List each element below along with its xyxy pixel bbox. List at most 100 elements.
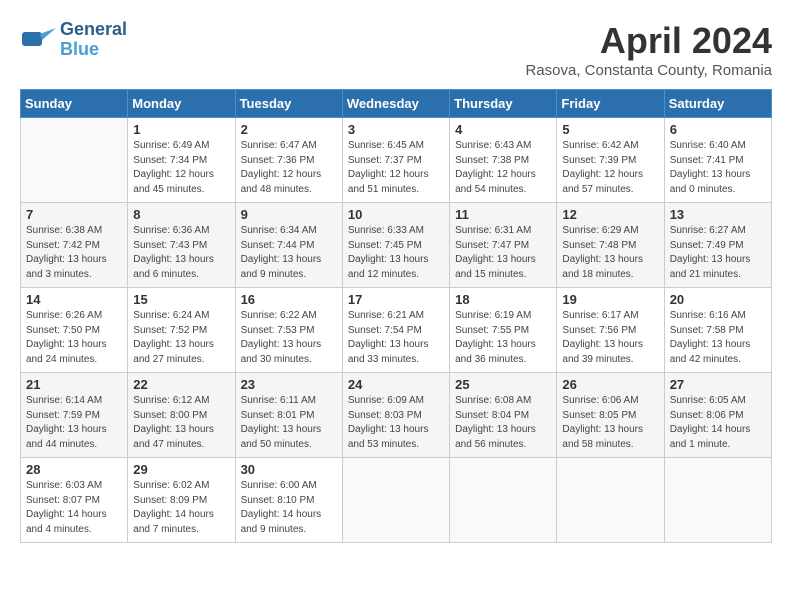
calendar-cell: 3Sunrise: 6:45 AMSunset: 7:37 PMDaylight… [342, 118, 449, 203]
calendar-cell: 2 Sunrise: 6:47 AMSunset: 7:36 PMDaylight… [235, 118, 342, 203]
calendar-cell: 7 Sunrise: 6:38 AMSunset: 7:42 PMDaylight… [21, 203, 128, 288]
day-info: Sunrise: 6:19 AMSunset: 7:55 PMDaylight:… [455, 309, 551, 367]
day-number: 20 [670, 292, 766, 307]
day-number: 9 [241, 207, 337, 222]
day-info: Sunrise: 6:00 AMSunset: 8:10 PMDaylight:… [241, 479, 337, 537]
logo: General Blue [20, 20, 127, 60]
calendar-cell: 1 Sunrise: 6:49 AMSunset: 7:34 PMDaylight… [128, 118, 235, 203]
calendar-cell: 26Sunrise: 6:06 AMSunset: 8:05 PMDayligh… [557, 373, 664, 458]
day-info: Sunrise: 6:16 AMSunset: 7:58 PMDaylight:… [670, 309, 766, 367]
day-number: 17 [348, 292, 444, 307]
calendar-cell: 20 Sunrise: 6:16 AMSunset: 7:58 PMDayligh… [664, 288, 771, 373]
calendar-cell: 27 Sunrise: 6:05 AMSunset: 8:06 PMDayligh… [664, 373, 771, 458]
day-number: 16 [241, 292, 337, 307]
day-number: 11 [455, 207, 551, 222]
calendar-week-5: 28 Sunrise: 6:03 AMSunset: 8:07 PMDayligh… [21, 458, 772, 543]
day-number: 23 [241, 377, 337, 392]
day-info: Sunrise: 6:29 AMSunset: 7:48 PMDaylight:… [562, 224, 658, 282]
day-info: Sunrise: 6:31 AMSunset: 7:47 PMDaylight:… [455, 224, 551, 282]
day-number: 1 [133, 122, 229, 137]
calendar-table: SundayMondayTuesdayWednesdayThursdayFrid… [20, 89, 772, 543]
header-monday: Monday [128, 90, 235, 118]
day-number: 26 [562, 377, 658, 392]
calendar-cell: 15Sunrise: 6:24 AMSunset: 7:52 PMDayligh… [128, 288, 235, 373]
day-info: Sunrise: 6:43 AMSunset: 7:38 PMDaylight:… [455, 139, 551, 197]
page-header: General Blue April 2024 Rasova, Constant… [20, 20, 772, 79]
calendar-cell: 24Sunrise: 6:09 AMSunset: 8:03 PMDayligh… [342, 373, 449, 458]
day-info: Sunrise: 6:27 AMSunset: 7:49 PMDaylight:… [670, 224, 766, 282]
header-tuesday: Tuesday [235, 90, 342, 118]
header-wednesday: Wednesday [342, 90, 449, 118]
calendar-week-2: 7 Sunrise: 6:38 AMSunset: 7:42 PMDaylight… [21, 203, 772, 288]
day-number: 15 [133, 292, 229, 307]
day-info: Sunrise: 6:05 AMSunset: 8:06 PMDaylight:… [670, 394, 766, 452]
day-number: 27 [670, 377, 766, 392]
day-number: 19 [562, 292, 658, 307]
day-info: Sunrise: 6:12 AMSunset: 8:00 PMDaylight:… [133, 394, 229, 452]
calendar-cell: 22 Sunrise: 6:12 AMSunset: 8:00 PMDayligh… [128, 373, 235, 458]
calendar-cell: 18 Sunrise: 6:19 AMSunset: 7:55 PMDayligh… [450, 288, 557, 373]
header-thursday: Thursday [450, 90, 557, 118]
day-info: Sunrise: 6:11 AMSunset: 8:01 PMDaylight:… [241, 394, 337, 452]
calendar-cell [342, 458, 449, 543]
day-number: 8 [133, 207, 229, 222]
logo-text-general: General [60, 20, 127, 40]
month-title: April 2024 [525, 20, 772, 62]
calendar-cell: 4 Sunrise: 6:43 AMSunset: 7:38 PMDaylight… [450, 118, 557, 203]
header-sunday: Sunday [21, 90, 128, 118]
day-info: Sunrise: 6:09 AMSunset: 8:03 PMDaylight:… [348, 394, 444, 452]
day-info: Sunrise: 6:21 AMSunset: 7:54 PMDaylight:… [348, 309, 444, 367]
day-info: Sunrise: 6:38 AMSunset: 7:42 PMDaylight:… [26, 224, 122, 282]
calendar-cell [450, 458, 557, 543]
header-friday: Friday [557, 90, 664, 118]
calendar-cell [664, 458, 771, 543]
calendar-week-1: 1 Sunrise: 6:49 AMSunset: 7:34 PMDaylight… [21, 118, 772, 203]
day-number: 6 [670, 122, 766, 137]
calendar-cell: 12Sunrise: 6:29 AMSunset: 7:48 PMDayligh… [557, 203, 664, 288]
day-number: 5 [562, 122, 658, 137]
calendar-cell: 19 Sunrise: 6:17 AMSunset: 7:56 PMDayligh… [557, 288, 664, 373]
day-number: 22 [133, 377, 229, 392]
day-info: Sunrise: 6:22 AMSunset: 7:53 PMDaylight:… [241, 309, 337, 367]
day-info: Sunrise: 6:17 AMSunset: 7:56 PMDaylight:… [562, 309, 658, 367]
calendar-cell: 21Sunrise: 6:14 AMSunset: 7:59 PMDayligh… [21, 373, 128, 458]
day-info: Sunrise: 6:47 AMSunset: 7:36 PMDaylight:… [241, 139, 337, 197]
calendar-cell: 13 Sunrise: 6:27 AMSunset: 7:49 PMDayligh… [664, 203, 771, 288]
day-number: 30 [241, 462, 337, 477]
day-number: 25 [455, 377, 551, 392]
calendar-cell [21, 118, 128, 203]
calendar-cell: 9Sunrise: 6:34 AMSunset: 7:44 PMDaylight… [235, 203, 342, 288]
day-info: Sunrise: 6:08 AMSunset: 8:04 PMDaylight:… [455, 394, 551, 452]
day-info: Sunrise: 6:02 AMSunset: 8:09 PMDaylight:… [133, 479, 229, 537]
header-saturday: Saturday [664, 90, 771, 118]
calendar-cell: 30 Sunrise: 6:00 AMSunset: 8:10 PMDayligh… [235, 458, 342, 543]
calendar-cell: 16 Sunrise: 6:22 AMSunset: 7:53 PMDayligh… [235, 288, 342, 373]
day-info: Sunrise: 6:14 AMSunset: 7:59 PMDaylight:… [26, 394, 122, 452]
day-number: 7 [26, 207, 122, 222]
day-info: Sunrise: 6:49 AMSunset: 7:34 PMDaylight:… [133, 139, 229, 197]
calendar-cell: 8 Sunrise: 6:36 AMSunset: 7:43 PMDaylight… [128, 203, 235, 288]
calendar-cell: 29 Sunrise: 6:02 AMSunset: 8:09 PMDayligh… [128, 458, 235, 543]
calendar-cell: 25 Sunrise: 6:08 AMSunset: 8:04 PMDayligh… [450, 373, 557, 458]
calendar-cell: 14Sunrise: 6:26 AMSunset: 7:50 PMDayligh… [21, 288, 128, 373]
day-number: 29 [133, 462, 229, 477]
calendar-cell: 23 Sunrise: 6:11 AMSunset: 8:01 PMDayligh… [235, 373, 342, 458]
day-number: 2 [241, 122, 337, 137]
day-number: 4 [455, 122, 551, 137]
calendar-cell: 17 Sunrise: 6:21 AMSunset: 7:54 PMDayligh… [342, 288, 449, 373]
day-info: Sunrise: 6:03 AMSunset: 8:07 PMDaylight:… [26, 479, 122, 537]
day-info: Sunrise: 6:26 AMSunset: 7:50 PMDaylight:… [26, 309, 122, 367]
logo-icon [20, 22, 56, 58]
day-number: 28 [26, 462, 122, 477]
day-number: 18 [455, 292, 551, 307]
day-info: Sunrise: 6:45 AMSunset: 7:37 PMDaylight:… [348, 139, 444, 197]
day-number: 10 [348, 207, 444, 222]
day-info: Sunrise: 6:36 AMSunset: 7:43 PMDaylight:… [133, 224, 229, 282]
calendar-cell: 5Sunrise: 6:42 AMSunset: 7:39 PMDaylight… [557, 118, 664, 203]
day-number: 13 [670, 207, 766, 222]
calendar-cell: 28 Sunrise: 6:03 AMSunset: 8:07 PMDayligh… [21, 458, 128, 543]
logo-text-blue: Blue [60, 40, 127, 60]
day-info: Sunrise: 6:40 AMSunset: 7:41 PMDaylight:… [670, 139, 766, 197]
calendar-cell: 11 Sunrise: 6:31 AMSunset: 7:47 PMDayligh… [450, 203, 557, 288]
calendar-cell: 10Sunrise: 6:33 AMSunset: 7:45 PMDayligh… [342, 203, 449, 288]
